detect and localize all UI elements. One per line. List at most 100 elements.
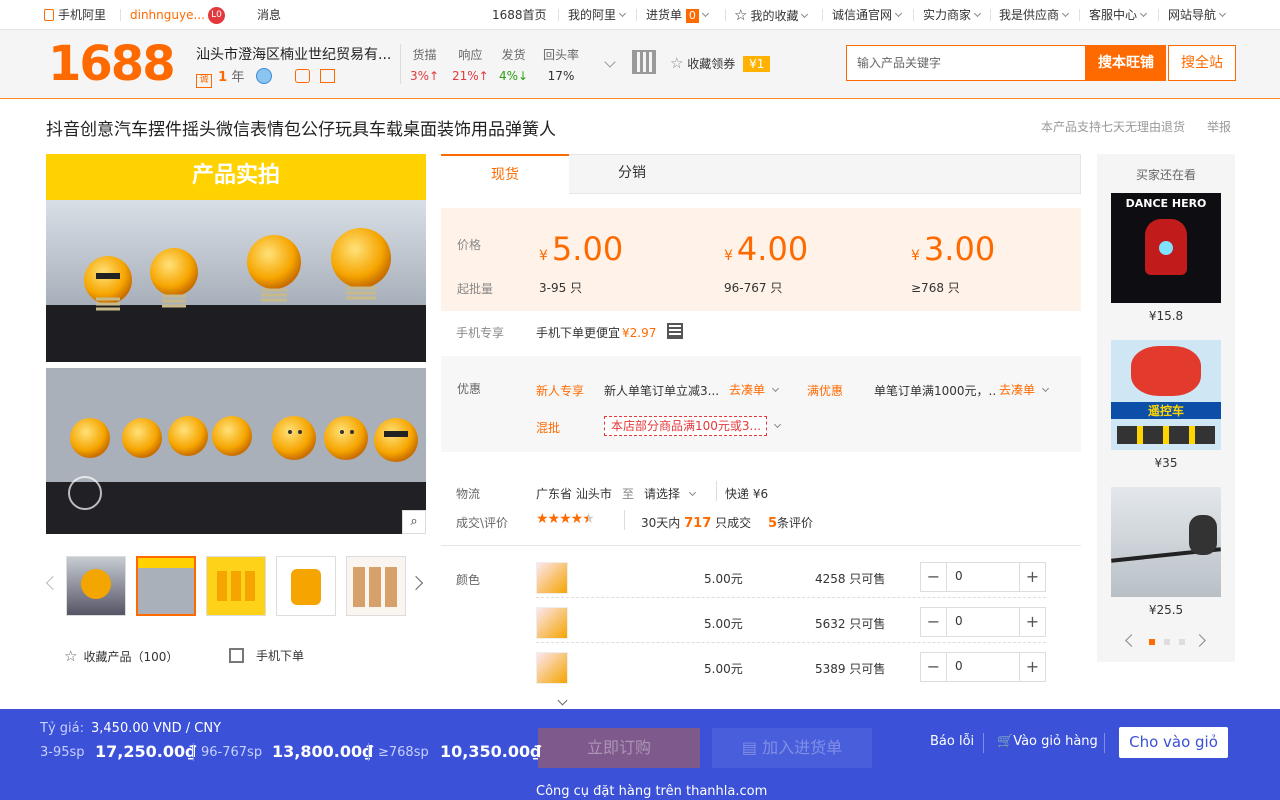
full-collect-link[interactable]: 去凑单	[999, 381, 1050, 398]
product-title: 抖音创意汽车摆件摇头微信表情包公仔玩具车载桌面装饰用品弹簧人	[46, 120, 556, 140]
my-ali-menu[interactable]: 我的阿里	[568, 0, 627, 30]
product-main-image[interactable]: 产品实拍 ⌕	[46, 154, 426, 534]
cxt-menu[interactable]: 诚信通官网	[832, 0, 903, 30]
rate-value: 3,450.00 VND / CNY	[91, 721, 222, 736]
tab-spot[interactable]: 现货	[441, 154, 569, 194]
search-all-button[interactable]: 搜全站	[1168, 45, 1236, 81]
add-to-cart-button[interactable]: Cho vào giỏ	[1119, 727, 1228, 758]
carousel-dot[interactable]	[1164, 639, 1170, 645]
shop-name[interactable]: 汕头市澄海区楠业世纪贸易有...	[196, 44, 396, 64]
purchase-count-badge: 0	[685, 9, 699, 23]
thumbnail-3[interactable]	[206, 556, 266, 616]
user-level-badge: L0	[208, 0, 225, 30]
carousel-next-icon[interactable]	[1193, 634, 1206, 647]
plus-button[interactable]: +	[1019, 608, 1045, 636]
quantity-input[interactable]: 0	[955, 659, 963, 673]
logistics-label: 物流	[456, 487, 481, 501]
variant-thumbnail[interactable]	[536, 607, 568, 639]
review-count-link[interactable]: 5条评价	[768, 514, 813, 531]
variant-stock: 5389 只可售	[815, 662, 886, 676]
recommended-item-image[interactable]	[1111, 487, 1221, 597]
plus-button[interactable]: +	[1019, 653, 1045, 681]
variant-stock: 5632 只可售	[815, 617, 886, 631]
site-logo[interactable]: 1688	[48, 36, 176, 92]
carousel-dot[interactable]	[1179, 639, 1185, 645]
metric-response: 响应 21%↑	[452, 48, 489, 83]
chevron-down-icon	[894, 9, 903, 18]
merchant-menu[interactable]: 实力商家	[923, 0, 982, 30]
shipping-fee: 快递 ¥6	[725, 487, 769, 501]
view-cart-link[interactable]: 🛒Vào giỏ hàng	[997, 734, 1098, 749]
minus-button[interactable]: −	[921, 653, 947, 681]
report-link[interactable]: 举报	[1207, 118, 1231, 135]
min-qty-label: 起批量	[457, 282, 494, 296]
ship-to-select[interactable]: 请选择	[644, 485, 697, 502]
ship-to-label: 至	[622, 487, 635, 501]
variant-thumbnail[interactable]	[536, 562, 568, 594]
zoom-icon[interactable]: ⌕	[402, 510, 426, 534]
messages-link[interactable]: 消息	[257, 0, 281, 30]
metric-return-rate: 回头率 17%	[543, 48, 580, 83]
user-name-link[interactable]: dinhnguye...	[130, 0, 205, 30]
variant-row: 5.00元 5632 只可售 − 0 +	[536, 603, 1046, 643]
chevron-down-icon[interactable]	[604, 56, 616, 68]
carousel-dot-active[interactable]	[1149, 639, 1155, 645]
tab-distribution[interactable]: 分销	[569, 154, 695, 194]
thumbnail-2-selected[interactable]	[136, 556, 196, 616]
add-to-purchase-list-button[interactable]: ▤ 加入进货单	[712, 728, 872, 768]
mobile-order-button[interactable]: 手机下单	[229, 647, 304, 664]
phone-icon	[44, 9, 54, 21]
search-input[interactable]: 输入产品关键字	[846, 45, 1086, 81]
carousel-prev-icon[interactable]	[1125, 634, 1138, 647]
play-icon[interactable]	[68, 476, 102, 510]
supplier-menu[interactable]: 我是供应商	[999, 0, 1070, 30]
thumbnail-1[interactable]	[66, 556, 126, 616]
service-menu[interactable]: 客服中心	[1089, 0, 1148, 30]
chevron-down-icon	[688, 488, 697, 497]
star-icon: ☆	[734, 6, 748, 24]
recommendation-panel: 买家还在看 DANCE HERO ¥15.8 遥控车 ¥35 ¥25.5	[1097, 154, 1235, 662]
qty-range-3: ≥768 只	[911, 281, 960, 295]
favorite-product-button[interactable]: ☆ 收藏产品（100）	[64, 647, 178, 665]
purchase-list-menu[interactable]: 进货单 0	[646, 0, 709, 30]
quantity-input[interactable]: 0	[955, 614, 963, 628]
newuser-collect-link[interactable]: 去凑单	[729, 381, 780, 398]
tool-footer-text: Công cụ đặt hàng trên thanhla.com	[536, 784, 768, 799]
order-now-button[interactable]: 立即订购	[538, 728, 700, 768]
chevron-down-icon[interactable]	[557, 695, 568, 706]
qr-code-icon[interactable]	[667, 323, 683, 339]
guarantee-icon	[294, 69, 310, 83]
home-link[interactable]: 1688首页	[492, 0, 547, 30]
chevron-down-icon[interactable]	[773, 420, 782, 429]
quantity-input[interactable]: 0	[955, 569, 963, 583]
mobile-ali-link[interactable]: 手机阿里	[44, 0, 106, 30]
minus-button[interactable]: −	[921, 563, 947, 591]
chevron-down-icon	[1139, 9, 1148, 18]
price-box: 价格 起批量 ¥5.00 ¥4.00 ¥3.00 3-95 只 96-767 只…	[441, 208, 1081, 311]
search-shop-button[interactable]: 搜本旺铺	[1086, 45, 1166, 81]
order-tool-bar: 立即订购 ▤ 加入进货单 Tỷ giá: 3,450.00 VND / CNY …	[0, 709, 1280, 800]
minus-button[interactable]: −	[921, 608, 947, 636]
qr-code-icon[interactable]	[632, 50, 656, 74]
report-error-link[interactable]: Báo lỗi	[930, 734, 974, 749]
mix-text-tag[interactable]: 本店部分商品满100元或3...	[604, 416, 767, 436]
full-discount-tag: 满优惠	[807, 384, 844, 398]
product-banner: 产品实拍	[46, 154, 426, 200]
thumb-prev-icon[interactable]	[45, 575, 61, 591]
site-nav-menu[interactable]: 网站导航	[1168, 0, 1227, 30]
variant-thumbnail[interactable]	[536, 652, 568, 684]
favorite-coupon-link[interactable]: ☆ 收藏领券 ¥1	[670, 54, 771, 72]
chevron-down-icon	[1041, 384, 1050, 393]
thumbnail-4[interactable]	[276, 556, 336, 616]
plus-button[interactable]: +	[1019, 563, 1045, 591]
quantity-stepper: − 0 +	[920, 562, 1046, 592]
thumb-next-icon[interactable]	[408, 575, 424, 591]
favorites-menu[interactable]: ☆ 我的收藏	[734, 0, 809, 30]
price-tier-2: ¥4.00	[724, 230, 809, 268]
star-icon: ☆	[64, 647, 78, 665]
rating-stars: ★★★★★	[536, 511, 595, 527]
newuser-text: 新人单笔订单立减3...	[604, 384, 719, 398]
recommended-item-image[interactable]: 遥控车	[1111, 340, 1221, 450]
thumbnail-5[interactable]	[346, 556, 406, 616]
recommended-item-image[interactable]: DANCE HERO	[1111, 193, 1221, 303]
